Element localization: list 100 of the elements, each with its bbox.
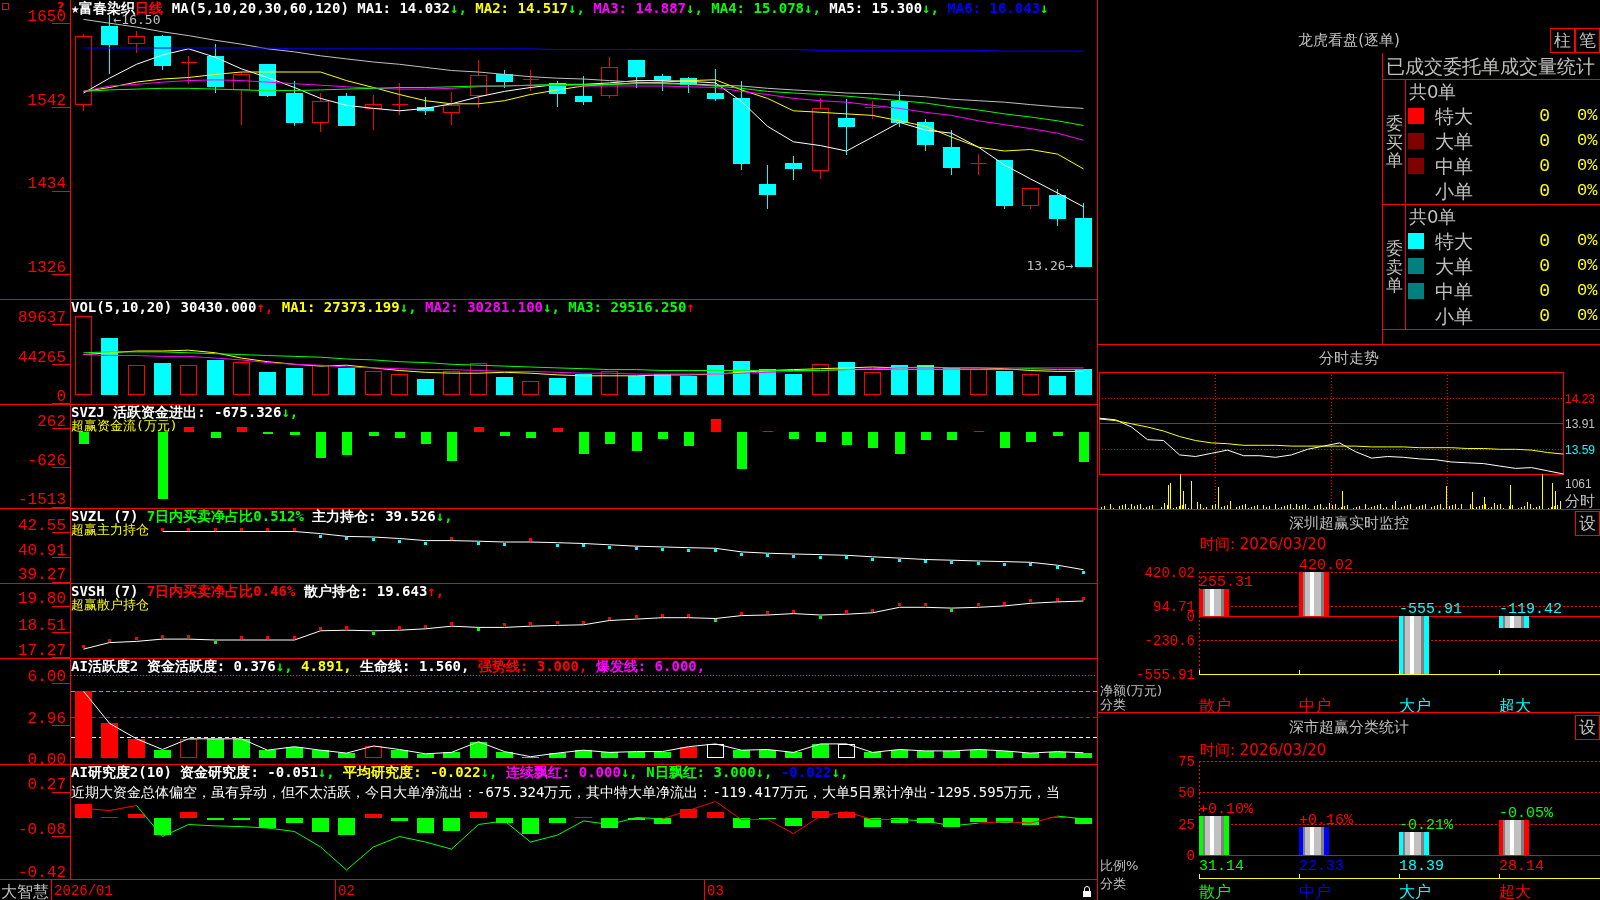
legend-text: ↑,	[427, 585, 445, 598]
axis-label: 0	[1186, 848, 1195, 865]
legend-text: VOL(5,10,20) 30430.000	[71, 301, 257, 314]
category-label: 大户	[1399, 695, 1431, 712]
value-label: -555.91	[1399, 600, 1462, 618]
legend-text: -0.022	[779, 766, 832, 779]
axis-label: 40.91	[18, 541, 66, 560]
axis-label: -1513	[18, 491, 66, 508]
category-label: 散户	[1199, 695, 1231, 712]
order-count: 0	[1539, 154, 1550, 177]
legend-note: 超赢散户持仓	[71, 598, 149, 611]
legend-text: 平均研究度: -0.022	[342, 766, 481, 779]
axis-label: -0.42	[18, 863, 66, 882]
order-type: 大单	[1435, 254, 1474, 277]
legend-text: ↓,	[275, 660, 293, 673]
group-label: 委卖单	[1385, 238, 1403, 296]
axis-label: 420.02	[1144, 565, 1195, 582]
legend-text: 日线	[135, 2, 164, 15]
change-label: -0.05%	[1499, 804, 1553, 822]
order-type: 小单	[1435, 304, 1474, 327]
axis-label: 6.00	[27, 668, 66, 687]
order-share: 0%	[1577, 154, 1599, 177]
axis-label: 19.80	[18, 590, 66, 609]
legend-text: MA(5,10,20,30,60,120) MA1: 14.032	[170, 2, 450, 15]
order-share: 0%	[1577, 229, 1599, 252]
axis-title: 分类	[1100, 696, 1126, 712]
table-heading: 已成交委托单成交量统计	[1386, 55, 1595, 77]
axis-label: 89637	[18, 308, 66, 327]
order-count: 0	[1539, 304, 1550, 327]
axis-label: 13.91	[1565, 416, 1596, 431]
axis-title: 比例%	[1100, 857, 1139, 873]
axis-label: 42.55	[18, 517, 66, 536]
axis-label: 13.59	[1565, 442, 1596, 457]
order-count: 0	[1539, 279, 1550, 302]
axis-label: 262	[37, 412, 66, 431]
legend-text: 强势线: 3.000,	[476, 660, 588, 673]
axis-label: -0.08	[18, 820, 66, 839]
axis-label: 0.27	[27, 776, 66, 795]
legend-text: 7日内买卖净占比0.46%	[146, 585, 296, 598]
order-count: 0	[1539, 254, 1550, 277]
legend-text: 连续飘红: 0.000	[504, 766, 621, 779]
order-count: 0	[1539, 179, 1550, 202]
axis-label: 14.23	[1565, 391, 1596, 406]
legend-text: 散户持仓: 19.643	[302, 585, 428, 598]
legend-text: MA1: 27373.199	[280, 301, 400, 314]
time-label: 时间: 2026/03/20	[1200, 537, 1327, 554]
legend-text: MA2: 30281.100	[424, 301, 544, 314]
panel-title: 分时走势	[1319, 348, 1379, 369]
axis-label: -230.6	[1144, 633, 1195, 650]
axis-label: 2.96	[27, 709, 66, 728]
legend-text: ↓,	[922, 2, 939, 15]
legend-text: 4.891,	[300, 660, 352, 673]
axis-label: 0.00	[27, 750, 66, 764]
axis-label: 0	[56, 387, 66, 404]
order-count: 0	[1539, 129, 1550, 152]
order-type: 特大	[1435, 229, 1474, 252]
legend-text: ↓,	[543, 301, 560, 314]
legend-text: MA3: 14.887	[592, 2, 687, 15]
order-share: 0%	[1577, 129, 1599, 152]
value-label: 18.39	[1399, 858, 1444, 876]
legend-text: ↓,	[281, 406, 299, 419]
legend-text: MA3: 29516.250	[567, 301, 687, 314]
value-label: 255.31	[1199, 574, 1253, 592]
axis-label: 18.51	[18, 616, 66, 635]
legend-text: ↓	[1040, 2, 1049, 15]
category-label: 中户	[1299, 695, 1331, 712]
legend-text: ↓,	[568, 2, 585, 15]
order-type: 中单	[1435, 154, 1474, 177]
time-label: 时间: 2026/03/20	[1200, 741, 1327, 760]
order-share: 0%	[1577, 104, 1599, 127]
volume-label: 1061	[1565, 477, 1592, 492]
price-annotation: 13.26→	[1026, 258, 1074, 274]
order-count: 0	[1539, 104, 1550, 127]
change-label: -0.21%	[1399, 816, 1453, 834]
legend-text: ↓,	[686, 2, 703, 15]
period-label: 分时	[1565, 492, 1595, 509]
legend-text: ↓,	[399, 301, 417, 314]
legend-text: ↓,	[317, 766, 335, 779]
category-label: 大户	[1399, 881, 1431, 900]
order-type: 小单	[1435, 179, 1474, 202]
value-label: -119.42	[1499, 600, 1562, 618]
value-label: 22.33	[1299, 858, 1344, 876]
panel-title: 深市超赢分类统计	[1289, 716, 1409, 738]
legend-text: MA6: 16.043	[946, 2, 1041, 15]
order-total: 共0单	[1409, 206, 1457, 227]
axis-title: 分类	[1100, 875, 1126, 891]
date-label: 02	[338, 883, 355, 899]
category-label: 超大	[1499, 881, 1531, 900]
order-type: 大单	[1435, 129, 1474, 152]
legend-text: SVSH (7)	[71, 585, 139, 598]
change-label: +0.16%	[1299, 812, 1353, 829]
axis-title: 净额(万元)	[1100, 682, 1163, 698]
order-share: 0%	[1577, 254, 1599, 277]
axis-label: -626	[27, 452, 66, 470]
legend-text: MA5: 15.300	[828, 2, 923, 15]
legend-text: SVZL (7)	[71, 510, 139, 523]
category-label: 散户	[1199, 881, 1231, 900]
order-type: 特大	[1435, 104, 1474, 127]
legend-text: AI活跃度2 资金活跃度: 0.376	[71, 660, 276, 673]
panel-title: 深圳超赢实时监控	[1289, 513, 1409, 534]
